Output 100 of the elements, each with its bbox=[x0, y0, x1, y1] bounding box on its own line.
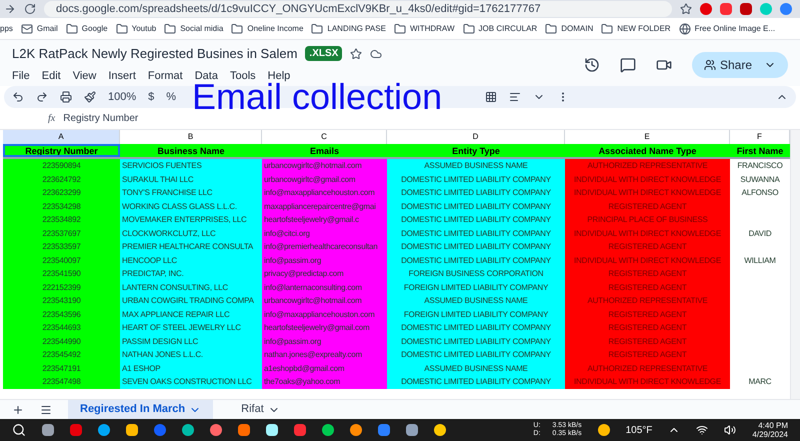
comment-icon[interactable] bbox=[620, 57, 636, 73]
table-cell: REGISTERED AGENT bbox=[565, 200, 730, 213]
table-cell: DOMESTIC LIMITED LIABILITY COMPANY bbox=[387, 375, 565, 388]
avatar-icon[interactable] bbox=[780, 3, 792, 15]
redo-icon[interactable] bbox=[36, 91, 48, 103]
bookmark-link[interactable]: pps bbox=[0, 22, 13, 34]
table-cell: 223534298 bbox=[3, 200, 120, 213]
table-cell: WORKING CLASS GLASS L.L.C. bbox=[120, 200, 262, 213]
table-cell: INDIVIDUAL WITH DIRECT KNOWLEDGE bbox=[565, 172, 730, 186]
table-cell: PRINCIPAL PLACE OF BUSINESS bbox=[565, 213, 730, 226]
header-cell: Associated Name Type bbox=[565, 144, 730, 157]
app-icon[interactable] bbox=[210, 424, 222, 436]
percent-button[interactable]: % bbox=[166, 88, 176, 106]
bookmark-link[interactable]: Social midia bbox=[180, 22, 224, 34]
folder-icon bbox=[116, 22, 128, 34]
table-cell: info@lanternaconsulting.com bbox=[262, 280, 387, 294]
zoom-select[interactable]: 100% bbox=[108, 88, 136, 106]
table-cell: FOREIGN LIMITED LIABILITY COMPANY bbox=[387, 280, 565, 294]
share-button[interactable]: Share bbox=[692, 52, 788, 78]
table-cell: 223543596 bbox=[3, 308, 120, 321]
table-cell: maxappliancerepaircentre@gmai bbox=[262, 200, 387, 213]
currency-button[interactable]: $ bbox=[148, 88, 154, 106]
bookmark-link[interactable]: Youtub bbox=[132, 22, 156, 34]
bookmark-link[interactable]: WITHDRAW bbox=[410, 22, 455, 34]
table-cell: REGISTERED AGENT bbox=[565, 267, 730, 280]
add-sheet-icon[interactable] bbox=[12, 404, 24, 416]
table-cell: urbancowgirltc@hotmail.com bbox=[262, 294, 387, 308]
table-cell: privacy@predictap.com bbox=[262, 267, 387, 280]
history-icon[interactable] bbox=[584, 57, 600, 73]
align-icon[interactable] bbox=[509, 91, 522, 103]
clock-time[interactable]: 4:40 PM bbox=[758, 421, 788, 430]
bookmark-link[interactable]: LANDING PASE bbox=[327, 22, 386, 34]
app-icon[interactable] bbox=[406, 424, 418, 436]
table-cell: DOMESTIC LIMITED LIABILITY COMPANY bbox=[387, 334, 565, 348]
table-cell: PREDICTAP, INC. bbox=[120, 267, 262, 280]
table-cell: SERVICIOS FUENTES bbox=[120, 159, 262, 172]
table-cell: DOMESTIC LIMITED LIABILITY COMPANY bbox=[387, 254, 565, 267]
menu-icon[interactable] bbox=[40, 404, 52, 416]
bookmark-link[interactable]: Oneline Income bbox=[247, 22, 304, 34]
cloud-icon[interactable] bbox=[370, 48, 382, 60]
table-cell: 223547498 bbox=[3, 375, 120, 388]
bookmark-link[interactable]: Google bbox=[82, 22, 108, 34]
table-cell: DOMESTIC LIMITED LIABILITY COMPANY bbox=[387, 186, 565, 200]
table-cell: PREMIER HEALTHCARE CONSULTA bbox=[120, 240, 262, 254]
menu-item[interactable]: Format bbox=[148, 68, 183, 84]
volume-icon[interactable] bbox=[724, 424, 736, 436]
table-cell: LANTERN CONSULTING, LLC bbox=[120, 280, 262, 294]
app-icon[interactable] bbox=[42, 424, 54, 436]
table-cell: the7oaks@yahoo.com bbox=[262, 375, 387, 388]
menu-item[interactable]: Edit bbox=[42, 68, 61, 84]
table-cell: SURAKUL THAI LLC bbox=[120, 172, 262, 186]
bookmark-link[interactable]: JOB CIRCULAR bbox=[478, 22, 538, 34]
table-cell: info@citci.org bbox=[262, 226, 387, 240]
table-cell: AUTHORIZED REPRESENTATIVE bbox=[565, 294, 730, 308]
table-cell: 222152399 bbox=[3, 280, 120, 294]
star-icon[interactable] bbox=[350, 48, 362, 60]
star-icon[interactable] bbox=[680, 3, 692, 15]
table-cell: INDIVIDUAL WITH DIRECT KNOWLEDGE bbox=[565, 254, 730, 267]
table-cell: DOMESTIC LIMITED LIABILITY COMPANY bbox=[387, 172, 565, 186]
document-title[interactable]: L2K RatPack Newly Regirested Busines in Salem bbox=[12, 44, 298, 64]
app-icon[interactable] bbox=[266, 424, 278, 436]
table-cell: A1 ESHOP bbox=[120, 362, 262, 375]
table-cell: 223544693 bbox=[3, 321, 120, 334]
menu-item[interactable]: Insert bbox=[108, 68, 136, 84]
reload-icon[interactable] bbox=[24, 3, 36, 15]
bookmark-link[interactable]: NEW FOLDER bbox=[617, 22, 671, 34]
folder-icon bbox=[462, 22, 475, 34]
formula-field[interactable]: Registry Number bbox=[63, 111, 138, 126]
bookmark-link[interactable]: Free Online Image E... bbox=[694, 22, 776, 34]
bookmark-link[interactable]: DOMAIN bbox=[561, 22, 594, 34]
table-cell: SEVEN OAKS CONSTRUCTION LLC bbox=[120, 375, 262, 388]
app-icon[interactable] bbox=[238, 424, 250, 436]
table-cell: urbancowgirltc@gmail.com bbox=[262, 172, 387, 186]
table-cell: info@maxappliancehouston.com bbox=[262, 308, 387, 321]
column-letter[interactable]: A bbox=[3, 130, 120, 144]
weather-text[interactable]: 105°F bbox=[626, 422, 652, 438]
sun-icon bbox=[598, 424, 610, 436]
table-cell: REGISTERED AGENT bbox=[565, 308, 730, 321]
forward-icon[interactable] bbox=[4, 3, 16, 15]
table-cell: FOREIGN LIMITED LIABILITY COMPANY bbox=[387, 308, 565, 321]
table-cell: REGISTERED AGENT bbox=[565, 334, 730, 348]
vertical-scrollbar[interactable] bbox=[790, 130, 800, 399]
menu-item[interactable]: File bbox=[12, 68, 30, 84]
sheet-tab[interactable]: Rifat bbox=[229, 400, 292, 420]
search-icon[interactable] bbox=[12, 423, 26, 437]
table-cell: PASSIM DESIGN LLC bbox=[120, 334, 262, 348]
borders-icon[interactable] bbox=[485, 91, 498, 103]
url-field[interactable]: docs.google.com/spreadsheets/d/1c9vuICCY_ONGYUcmExclV9KBr_u_4ks0/edit#gid=1762177767 bbox=[44, 1, 672, 17]
folder-icon bbox=[394, 22, 406, 34]
table-cell: DOMESTIC LIMITED LIABILITY COMPANY bbox=[387, 240, 565, 254]
print-icon[interactable] bbox=[60, 91, 72, 103]
sheet-tab[interactable]: Regirested In March bbox=[68, 400, 214, 420]
clock-date[interactable]: 4/29/2024 bbox=[752, 430, 788, 439]
table-cell: 223547191 bbox=[3, 362, 120, 375]
folder-icon bbox=[66, 22, 78, 34]
table-cell: info@premierhealthcareconsultan bbox=[262, 240, 387, 254]
undo-icon[interactable] bbox=[12, 91, 24, 103]
paint-format-icon[interactable] bbox=[84, 91, 96, 103]
menu-item[interactable]: View bbox=[72, 68, 96, 84]
bookmark-link[interactable]: Gmail bbox=[36, 22, 58, 34]
